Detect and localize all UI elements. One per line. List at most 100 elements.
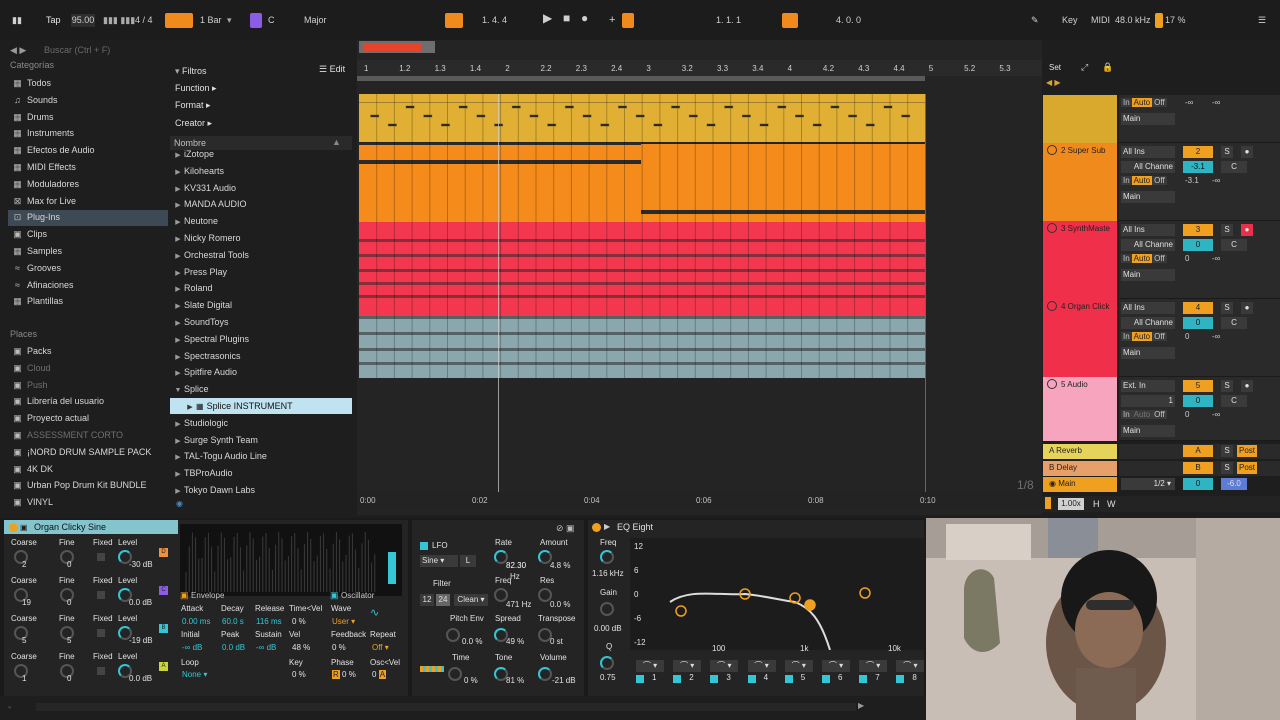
expand-triangle-icon[interactable]: ▶ — [172, 165, 184, 181]
operator-tag[interactable]: C — [159, 586, 168, 595]
add-icon[interactable]: + — [609, 14, 615, 27]
send-values[interactable]: -∞ — [1185, 98, 1193, 107]
eq-band-type-select[interactable]: ⌒ ▾ — [673, 660, 702, 672]
pan-field[interactable]: C — [1221, 395, 1247, 407]
automation-arm-button[interactable] — [622, 13, 634, 28]
folder-icon[interactable]: ▣ — [20, 523, 28, 532]
library-item[interactable]: ▶ Slate Digital — [172, 297, 352, 313]
record-icon[interactable]: ● — [581, 12, 588, 25]
library-item[interactable]: ▶ Spectral Plugins — [172, 331, 352, 347]
release-value[interactable]: 116 ms — [256, 617, 282, 626]
pitch-env-value[interactable]: 0.0 % — [462, 637, 482, 646]
search-input[interactable]: Buscar (Ctrl + F) — [44, 45, 110, 55]
time-value[interactable]: 0 % — [464, 676, 478, 685]
input-channel-select[interactable]: All Channe — [1121, 161, 1175, 173]
library-item[interactable]: ▶ iZotope — [172, 146, 352, 162]
eq-band-4-handle[interactable] — [804, 599, 816, 611]
follow-button[interactable] — [445, 13, 463, 28]
expand-triangle-icon[interactable]: ▼ — [172, 383, 184, 399]
level-value[interactable]: 0.0 dB — [129, 674, 152, 683]
monitor-row[interactable]: In Auto Off — [1121, 98, 1167, 107]
operator-tag[interactable]: B — [159, 624, 168, 633]
lfo-lr-select[interactable]: L — [460, 555, 476, 567]
send-b-value[interactable]: -∞ — [1212, 98, 1220, 107]
coarse-value[interactable]: 2 — [22, 560, 26, 569]
menu-icon[interactable]: ☰ — [1258, 14, 1266, 27]
time-knob[interactable] — [448, 667, 462, 681]
category-samples[interactable]: ▦ Samples — [12, 243, 62, 259]
attack-value[interactable]: 0.00 ms — [182, 617, 210, 626]
device-options-icon[interactable]: ⊘ ▣ — [556, 523, 575, 534]
category-templates[interactable]: ▦ Plantillas — [12, 293, 63, 309]
rate-value[interactable]: 82.30 — [506, 561, 526, 570]
arm-button[interactable]: ● — [1241, 302, 1253, 314]
scale-select[interactable]: Major — [304, 14, 327, 27]
volume-knob[interactable] — [538, 667, 552, 681]
filter-24[interactable]: 24 — [436, 594, 450, 606]
lock-icon[interactable]: 🔒 — [1102, 62, 1113, 73]
envelope-tab[interactable]: ▣ Envelope — [180, 590, 270, 600]
freq-value[interactable]: 471 Hz — [506, 600, 531, 609]
amount-value[interactable]: 4.8 % — [550, 561, 570, 570]
eq-band-1-handle[interactable] — [675, 605, 687, 617]
expand-triangle-icon[interactable]: ▶ — [172, 232, 184, 248]
nav-icon[interactable]: ◀ ▶ — [1046, 78, 1061, 87]
eq-band-type-select[interactable]: ⌒ ▾ — [747, 660, 776, 672]
send-values[interactable]: 0 — [1185, 254, 1189, 263]
monitor-row[interactable]: In Auto Off — [1121, 254, 1167, 263]
fine-value[interactable]: 0 — [67, 598, 71, 607]
library-item[interactable]: ▶ Roland — [172, 280, 352, 296]
expand-triangle-icon[interactable]: ▶ — [172, 215, 184, 231]
coarse-value[interactable]: 1 — [22, 674, 26, 683]
track-header[interactable] — [1043, 95, 1117, 143]
send-values[interactable]: 0 — [1185, 410, 1189, 419]
main-cue-select[interactable]: 1/2 ▾ — [1121, 478, 1175, 490]
post-button[interactable]: Post — [1237, 445, 1257, 457]
oscillator-tab[interactable]: ▣ Oscillator — [330, 590, 410, 600]
selected-library-item[interactable]: ▶ ▦ Splice INSTRUMENT — [172, 398, 352, 414]
category-midi-effects[interactable]: ▦ MIDI Effects — [12, 159, 76, 175]
library-item[interactable]: ▶ Orchestral Tools — [172, 247, 352, 263]
expand-triangle-icon[interactable]: ▶ — [172, 316, 184, 332]
library-item[interactable]: ▶ Tokyo Dawn Labs — [172, 482, 352, 498]
pan-field[interactable]: C — [1221, 161, 1247, 173]
peak-value[interactable]: 0.0 dB — [222, 643, 245, 652]
category-all[interactable]: ▦ Todos — [12, 75, 51, 91]
eq-band-toggle[interactable] — [822, 675, 830, 683]
w-button[interactable]: W — [1107, 499, 1116, 509]
tap-button[interactable]: Tap — [46, 14, 61, 27]
spread-value[interactable]: 49 % — [506, 637, 524, 646]
song-position[interactable]: 1. 4. 4 — [482, 14, 507, 27]
vel-value[interactable]: 48 % — [292, 643, 310, 652]
output-select[interactable]: Main — [1121, 425, 1175, 437]
category-grooves[interactable]: ≈ Grooves — [12, 260, 61, 276]
loop-value[interactable]: None ▾ — [182, 670, 207, 679]
tone-value[interactable]: 81 % — [506, 676, 524, 685]
expand-triangle-icon[interactable]: ▶ — [172, 182, 184, 198]
sustain-value[interactable]: -∞ dB — [256, 643, 276, 652]
quantize-select[interactable]: 1 Bar — [200, 14, 222, 27]
arm-button[interactable]: ● — [1241, 380, 1253, 392]
main-output[interactable]: -6.0 — [1221, 478, 1247, 490]
eq-band-type-select[interactable]: ⌒ ▾ — [822, 660, 850, 672]
eq-band-toggle[interactable] — [747, 675, 756, 683]
send-values[interactable]: 0 — [1185, 332, 1189, 341]
eq-band-toggle[interactable] — [636, 675, 644, 683]
track-header[interactable]: 2 Super Sub — [1043, 143, 1117, 221]
track-header[interactable]: 3 SynthMaste — [1043, 221, 1117, 299]
pitch-env-knob[interactable] — [446, 628, 460, 642]
eq-band-type-select[interactable]: ⌒ ▾ — [896, 660, 925, 672]
arm-button[interactable]: ● — [1241, 146, 1253, 158]
edit-button[interactable]: ☰ Edit — [319, 64, 345, 75]
place-item[interactable]: ▣ Urban Pop Drum Kit BUNDLE — [12, 477, 146, 493]
key-select[interactable]: C — [268, 14, 275, 27]
expand-triangle-icon[interactable]: ▶ — [172, 467, 184, 483]
fine-value[interactable]: 0 — [67, 674, 71, 683]
expand-triangle-icon[interactable]: ▶ — [172, 450, 184, 466]
category-sounds[interactable]: ♫ Sounds — [12, 92, 57, 108]
coarse-value[interactable]: 5 — [22, 636, 26, 645]
place-item[interactable]: ▣ Packs — [12, 343, 51, 359]
library-item[interactable]: ▶ Spectrasonics — [172, 348, 352, 364]
library-item[interactable]: ▶ MANDA AUDIO — [172, 196, 352, 212]
track-fold-icon[interactable] — [1047, 223, 1057, 233]
